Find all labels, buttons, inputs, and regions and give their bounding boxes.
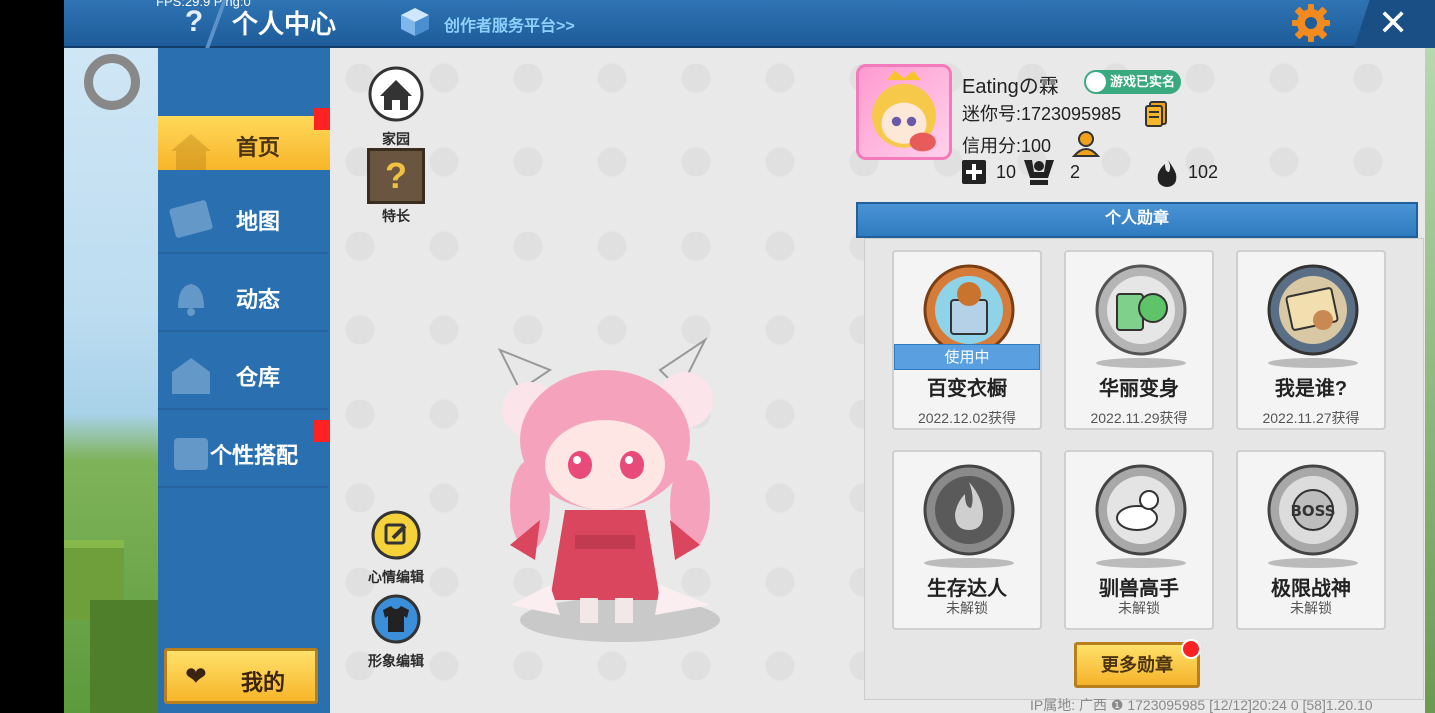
medal-shadow	[1096, 358, 1186, 368]
bell-icon	[178, 284, 204, 316]
sidebar-item-home[interactable]: 首页	[158, 116, 330, 170]
sidebar-item-outfit[interactable]: 个性搭配	[158, 418, 328, 488]
grass-block	[90, 600, 158, 713]
page-title: 个人中心	[232, 9, 337, 39]
stat-value: 10	[996, 162, 1017, 182]
medal-lock-status: 未解锁	[946, 600, 988, 616]
medal-date: 2022.11.27获得	[1262, 410, 1360, 426]
warehouse-icon	[172, 358, 210, 394]
medal-name: 百变衣橱	[927, 378, 1007, 400]
more-medals-button[interactable]: 更多勋章	[1074, 639, 1201, 688]
character-avatar[interactable]	[480, 330, 740, 650]
medal-lock-status: 未解锁	[1290, 600, 1332, 616]
mood-edit-shortcut[interactable]: 心情编辑	[360, 510, 432, 587]
record-circle-icon[interactable]	[84, 54, 140, 110]
medal-lock-status: 未解锁	[1118, 600, 1160, 616]
verified-label: 游戏已实名	[1110, 74, 1176, 89]
close-button[interactable]: ✕	[1378, 2, 1408, 44]
home-icon	[368, 66, 424, 122]
status-footer: IP属地: 广西 ❶ 1723095985 [12/12]20:24 0 [58…	[1030, 697, 1373, 713]
mood-edit-label: 心情编辑	[368, 569, 424, 585]
profile-card: Eatingの霖 游戏已实名 迷你号:1723095985 信用分:100 10…	[856, 64, 1416, 194]
plus-icon	[962, 160, 986, 184]
medal-shadow	[1268, 558, 1358, 568]
home-shortcut[interactable]: 家园	[364, 66, 428, 149]
sidebar-item-label: 动态	[236, 287, 281, 312]
who-am-i-medal-icon	[1267, 264, 1359, 356]
medal-name: 华丽变身	[1099, 378, 1179, 400]
copy-icon[interactable]	[1144, 100, 1168, 128]
mini-id: 迷你号:1723095985	[962, 104, 1122, 124]
sidebar-item-map[interactable]: 地图	[158, 184, 328, 254]
medal-shadow	[1268, 358, 1358, 368]
creator-platform-link[interactable]: 创作者服务平台>>	[444, 12, 575, 36]
help-button[interactable]: ?	[174, 2, 214, 42]
user-verified-icon	[1086, 72, 1106, 92]
avatar-portrait	[872, 70, 936, 152]
notification-dot	[1181, 639, 1201, 659]
medal-card[interactable]: 使用中 百变衣橱 2022.12.02获得	[892, 250, 1042, 430]
home-icon	[171, 134, 211, 170]
svg-text:BOSS: BOSS	[1290, 502, 1335, 520]
sidebar-item-feed[interactable]: 动态	[158, 262, 328, 332]
avatar[interactable]	[856, 64, 952, 160]
medal-card[interactable]: 驯兽高手 未解锁	[1064, 450, 1214, 630]
creator-cube-icon[interactable]	[399, 6, 431, 38]
wardrobe-medal-icon	[923, 264, 1015, 356]
beast-tamer-medal-icon	[1095, 464, 1187, 556]
talent-label: 特长	[382, 208, 410, 224]
pencil-icon	[371, 510, 421, 560]
medal-card[interactable]: 生存达人 未解锁	[892, 450, 1042, 630]
medal-card[interactable]: 我是谁? 2022.11.27获得	[1236, 250, 1386, 430]
sidebar-item-label: 首页	[236, 135, 281, 160]
medal-shadow	[1096, 558, 1186, 568]
medal-date: 2022.11.29获得	[1090, 410, 1188, 426]
sidebar-item-label: 个性搭配	[210, 443, 299, 468]
medal-name: 我是谁?	[1274, 378, 1348, 400]
fire-medal-icon	[923, 464, 1015, 556]
top-bar: FPS:29.9 Ping:0 ? 个人中心 创作者服务平台>> ✕	[64, 0, 1435, 48]
scene-edge	[1425, 48, 1435, 713]
player-name: Eatingの霖	[962, 76, 1059, 98]
stat-value: 2	[1070, 162, 1081, 182]
sidebar-item-label: 地图	[236, 209, 281, 234]
look-edit-label: 形象编辑	[368, 653, 424, 669]
sidebar: 首页 地图 动态 仓库 个性搭配	[158, 48, 330, 713]
transform-medal-icon	[1095, 264, 1187, 356]
medal-name: 驯兽高手	[1099, 578, 1179, 600]
medal-header: 个人勋章	[856, 202, 1418, 238]
heart-icon: ❤	[185, 661, 207, 691]
gear-icon[interactable]	[1290, 2, 1332, 44]
medal-card[interactable]: 华丽变身 2022.11.29获得	[1064, 250, 1214, 430]
sidebar-item-storage[interactable]: 仓库	[158, 340, 328, 410]
more-medals-label: 更多勋章	[1101, 655, 1173, 675]
outfit-icon	[371, 594, 421, 644]
mine-label: 我的	[241, 670, 286, 695]
medal-name: 生存达人	[927, 578, 1007, 600]
home-label: 家园	[382, 131, 410, 147]
medal-shadow	[924, 558, 1014, 568]
talent-shortcut[interactable]: ? 特长	[364, 148, 428, 226]
medal-card[interactable]: BOSS 极限战神 未解锁	[1236, 450, 1386, 630]
in-use-badge: 使用中	[894, 344, 1040, 370]
trophy-icon	[1024, 160, 1054, 185]
medal-date: 2022.12.02获得	[917, 410, 1017, 426]
boss-medal-icon: BOSS	[1267, 464, 1359, 556]
flame-icon	[1157, 159, 1177, 187]
map-icon	[169, 200, 213, 238]
verified-badge: 游戏已实名	[1084, 70, 1182, 94]
outfit-icon	[174, 438, 208, 470]
black-border	[0, 0, 64, 713]
sidebar-item-label: 仓库	[236, 365, 281, 390]
game-scene-background	[0, 0, 158, 713]
mine-button[interactable]: ❤ 我的	[164, 648, 318, 704]
look-edit-shortcut[interactable]: 形象编辑	[360, 594, 432, 671]
credit-score: 信用分:100	[962, 136, 1052, 156]
medal-name: 极限战神	[1271, 578, 1351, 600]
stat-value: 102	[1188, 162, 1219, 182]
credit-user-icon[interactable]	[1072, 130, 1102, 158]
talent-icon: ?	[367, 148, 425, 204]
